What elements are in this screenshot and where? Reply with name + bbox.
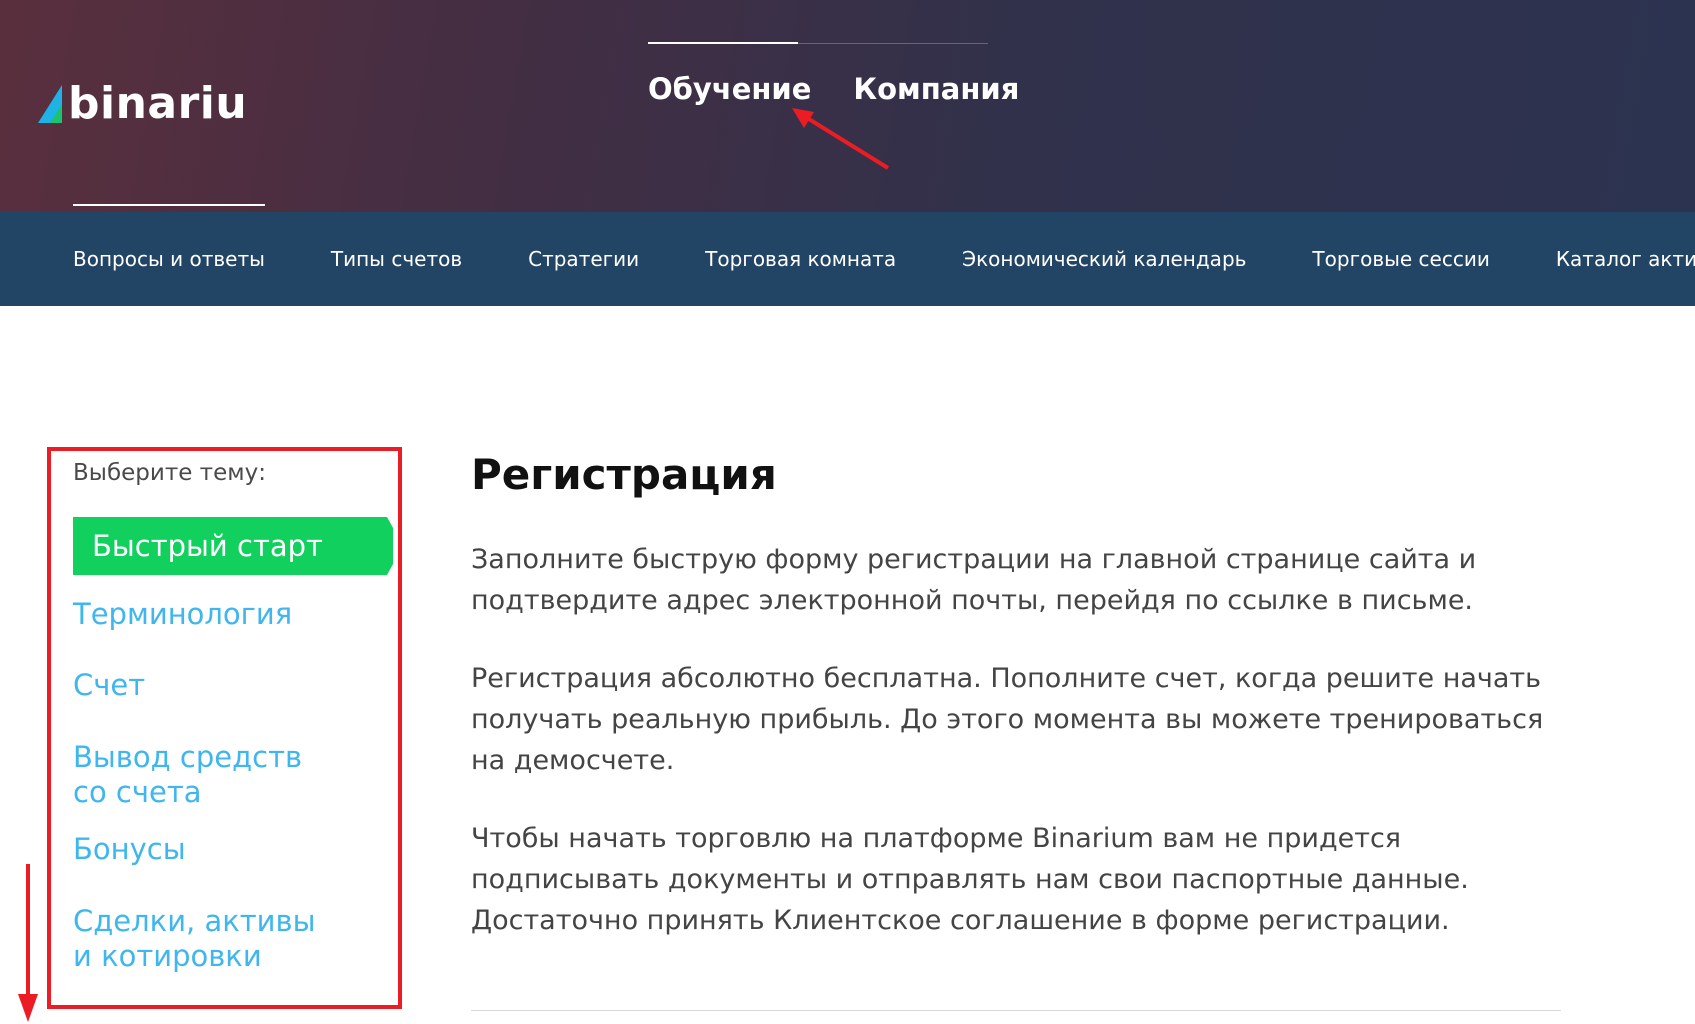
paragraph-line: Заполните быструю форму регистрации на г…	[471, 544, 1477, 575]
topic-label: и котировки	[73, 939, 262, 973]
topic-label: Сделки, активы	[73, 904, 316, 938]
topic-bonuses[interactable]: Бонусы	[73, 832, 186, 867]
top-nav-company[interactable]: Компания	[853, 72, 1019, 106]
annotation-arrow-icon	[792, 108, 890, 170]
topic-label: Вывод средств	[73, 740, 303, 774]
topic-label: Терминология	[73, 597, 293, 631]
paragraph-line: подписывать документы и отправлять нам с…	[471, 864, 1469, 895]
sidebar-title: Выберите тему:	[73, 460, 266, 486]
topic-label: со счета	[73, 775, 202, 809]
topic-withdrawal[interactable]: Вывод средств со счета	[73, 740, 302, 810]
topic-label: Бонусы	[73, 832, 186, 866]
paragraph-line: подтвердите адрес электронной почты, пер…	[471, 585, 1474, 616]
subnav-trading-room[interactable]: Торговая комната	[705, 247, 896, 271]
paragraph-line: на демосчете.	[471, 745, 675, 776]
topic-label: Счет	[73, 668, 146, 702]
subnav-asset-catalog[interactable]: Каталог активов	[1556, 247, 1695, 271]
paragraph-line: Достаточно принять Клиентское соглашение…	[471, 905, 1450, 936]
topic-sidebar: Выберите тему: Быстрый старт Терминологи…	[73, 460, 403, 973]
subnav-account-types[interactable]: Типы счетов	[331, 247, 462, 271]
subnav-strategies[interactable]: Стратегии	[528, 247, 639, 271]
top-nav-divider	[798, 43, 988, 44]
subnav-trading-sessions[interactable]: Торговые сессии	[1312, 247, 1489, 271]
article-paragraph: Регистрация абсолютно бесплатна. Пополни…	[471, 658, 1561, 781]
paragraph-line: получать реальную прибыль. До этого моме…	[471, 704, 1544, 735]
topic-deals-assets-quotes[interactable]: Сделки, активы и котировки	[73, 904, 316, 974]
topic-account[interactable]: Счет	[73, 668, 145, 703]
article-title: Регистрация	[471, 450, 777, 499]
top-nav: Обучение Компания	[648, 72, 1019, 106]
article-paragraph: Заполните быструю форму регистрации на г…	[471, 539, 1561, 621]
logo-text: binariu	[68, 78, 248, 129]
annotation-arrow-down-icon	[18, 864, 38, 1022]
top-nav-active-indicator	[648, 42, 798, 44]
paragraph-line: Чтобы начать торговлю на платформе Binar…	[471, 823, 1402, 854]
subnav-faq[interactable]: Вопросы и ответы	[73, 204, 265, 271]
paragraph-line: Регистрация абсолютно бесплатна. Пополни…	[471, 663, 1542, 694]
logo[interactable]: binariu	[38, 82, 247, 126]
site-header: binariu Обучение Компания	[0, 0, 1695, 212]
topic-terminology[interactable]: Терминология	[73, 597, 292, 632]
article-paragraph: Чтобы начать торговлю на платформе Binar…	[471, 818, 1561, 941]
article-content: Регистрация Заполните быструю форму реги…	[471, 450, 1561, 978]
logo-mark-icon	[38, 85, 62, 123]
content-divider	[471, 1010, 1561, 1011]
subnav-economic-calendar[interactable]: Экономический календарь	[962, 247, 1246, 271]
top-nav-education[interactable]: Обучение	[648, 72, 811, 106]
topic-quick-start[interactable]: Быстрый старт	[73, 517, 393, 575]
sub-nav: Вопросы и ответы Типы счетов Стратегии Т…	[0, 204, 1695, 306]
